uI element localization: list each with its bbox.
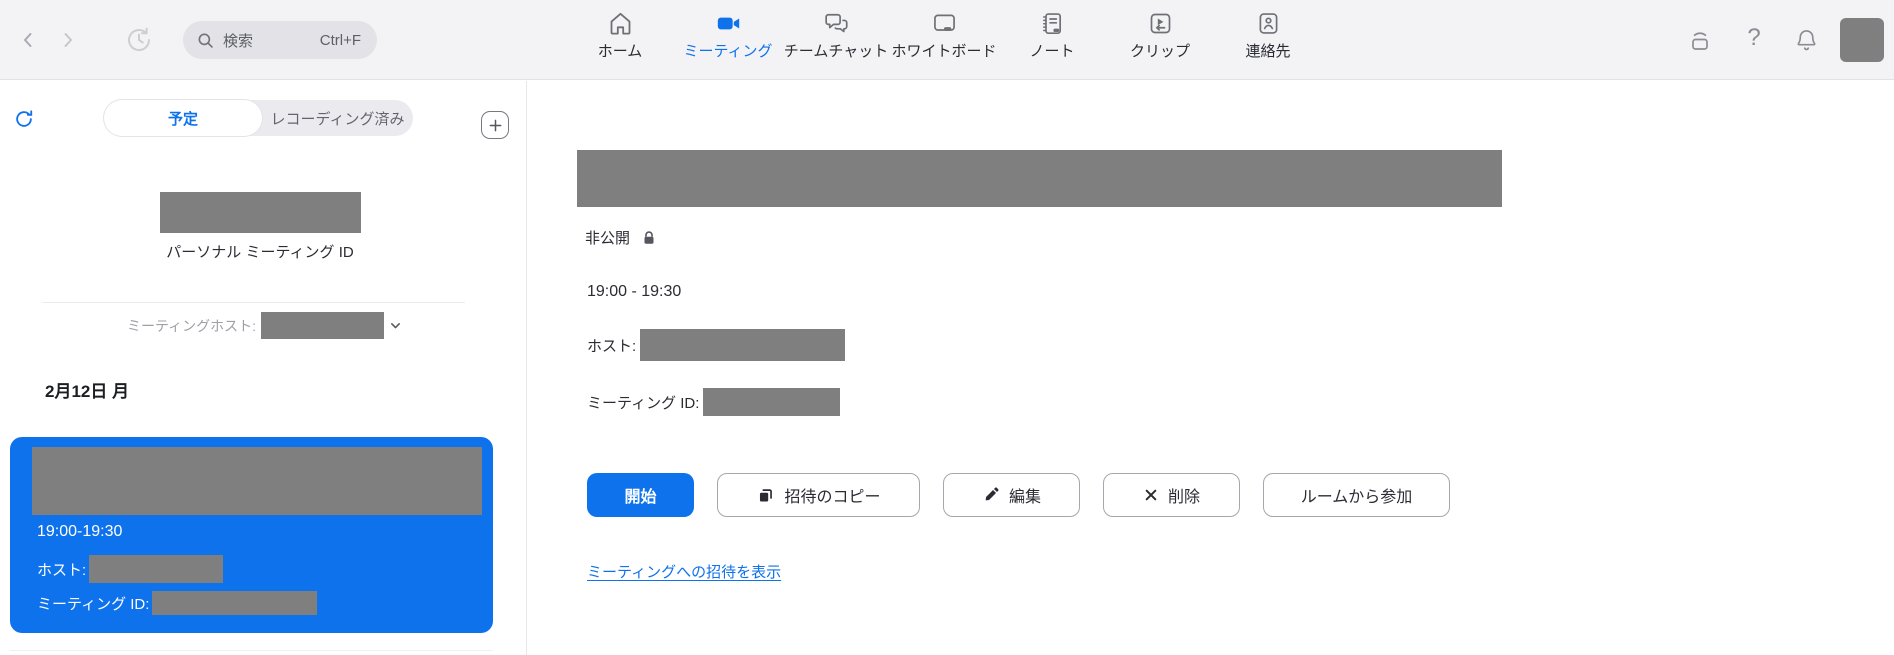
tab-team-chat-label: チームチャット bbox=[784, 40, 888, 61]
edit-button-label: 編集 bbox=[1009, 483, 1041, 507]
meeting-actions: 開始 招待のコピー 編集 削除 ルームから参加 bbox=[587, 473, 1450, 517]
join-from-room-label: ルームから参加 bbox=[1301, 483, 1413, 507]
tab-upcoming-label: 予定 bbox=[168, 108, 198, 129]
date-header: 2月12日 月 bbox=[45, 377, 129, 402]
copy-invitation-button[interactable]: 招待のコピー bbox=[717, 473, 920, 517]
host-row: ホスト: bbox=[587, 329, 845, 361]
search-icon bbox=[196, 31, 215, 50]
delete-button[interactable]: 削除 bbox=[1103, 473, 1240, 517]
tab-meetings[interactable]: ミーティング bbox=[674, 9, 782, 61]
tab-whiteboard[interactable]: ホワイトボード bbox=[890, 9, 998, 61]
redacted-meeting-id bbox=[152, 591, 317, 615]
home-icon bbox=[606, 9, 634, 37]
tab-notes-label: ノート bbox=[1029, 40, 1074, 61]
start-button[interactable]: 開始 bbox=[587, 473, 694, 517]
meeting-host-filter[interactable]: ミーティングホスト: bbox=[127, 312, 402, 339]
tab-team-chat[interactable]: チームチャット bbox=[782, 9, 890, 61]
tab-clips-label: クリップ bbox=[1130, 40, 1190, 61]
lock-icon bbox=[640, 229, 658, 247]
zoom-app-window: 検索 Ctrl+F ホーム ミーティング チームチャット bbox=[0, 0, 1894, 655]
redacted-host-name bbox=[261, 312, 384, 339]
meeting-id-label: ミーティング ID: bbox=[587, 392, 699, 413]
redacted-host-name bbox=[89, 555, 223, 583]
host-label: ホスト: bbox=[587, 335, 636, 356]
redacted-host-name bbox=[640, 329, 845, 361]
forward-icon[interactable] bbox=[56, 28, 80, 52]
add-meeting-button[interactable] bbox=[481, 111, 509, 139]
start-button-label: 開始 bbox=[624, 483, 656, 507]
redacted-personal-meeting-id bbox=[160, 192, 361, 233]
meeting-detail-panel: 非公開 19:00 - 19:30 ホスト: ミーティング ID: 開始 招待の… bbox=[528, 81, 1894, 655]
divider bbox=[10, 650, 493, 651]
redacted-meeting-title bbox=[577, 150, 1502, 207]
contacts-icon bbox=[1254, 9, 1282, 37]
tab-upcoming[interactable]: 予定 bbox=[104, 100, 262, 136]
meeting-time: 19:00 - 19:30 bbox=[587, 283, 681, 301]
chat-bubbles-icon bbox=[822, 9, 850, 37]
edit-button[interactable]: 編集 bbox=[943, 473, 1080, 517]
tab-meetings-label: ミーティング bbox=[683, 40, 772, 61]
privacy-label: 非公開 bbox=[585, 227, 630, 248]
notifications-bell-icon[interactable] bbox=[1792, 26, 1820, 54]
note-icon bbox=[1038, 9, 1066, 37]
copy-invitation-label: 招待のコピー bbox=[784, 483, 880, 507]
tab-contacts[interactable]: 連絡先 bbox=[1214, 9, 1322, 61]
meeting-id-label: ミーティング ID: bbox=[37, 593, 149, 614]
meetings-sidebar: 予定 レコーディング済み パーソナル ミーティング ID ミーティングホスト: … bbox=[0, 81, 527, 655]
back-icon[interactable] bbox=[16, 28, 40, 52]
tab-recorded[interactable]: レコーディング済み bbox=[262, 100, 413, 136]
pencil-icon bbox=[982, 486, 1000, 504]
history-icon[interactable] bbox=[124, 25, 154, 55]
help-icon[interactable]: ? bbox=[1740, 24, 1768, 52]
close-x-icon bbox=[1143, 487, 1159, 503]
tab-home-label: ホーム bbox=[598, 40, 643, 61]
tab-home[interactable]: ホーム bbox=[566, 9, 674, 61]
refresh-icon[interactable] bbox=[13, 108, 37, 132]
divider bbox=[42, 302, 465, 303]
chevron-down-icon bbox=[389, 319, 402, 332]
tab-recorded-label: レコーディング済み bbox=[271, 108, 405, 129]
upcoming-recorded-segmented-control: 予定 レコーディング済み bbox=[104, 100, 413, 136]
search-shortcut-hint: Ctrl+F bbox=[320, 32, 361, 49]
redacted-meeting-title bbox=[32, 447, 482, 515]
meeting-host-filter-label: ミーティングホスト: bbox=[127, 316, 256, 336]
user-avatar[interactable] bbox=[1840, 18, 1884, 62]
delete-button-label: 削除 bbox=[1168, 483, 1200, 507]
main-nav-tabs: ホーム ミーティング チームチャット ホワイトボード bbox=[566, 9, 1322, 61]
privacy-row: 非公開 bbox=[585, 227, 658, 248]
tab-notes[interactable]: ノート bbox=[998, 9, 1106, 61]
meeting-time: 19:00-19:30 bbox=[37, 523, 122, 541]
screen-cast-icon[interactable] bbox=[1686, 26, 1714, 54]
show-meeting-invitation-link[interactable]: ミーティングへの招待を表示 bbox=[587, 561, 781, 582]
meeting-list-item-selected[interactable]: 19:00-19:30 ホスト: ミーティング ID: bbox=[10, 437, 493, 633]
video-camera-icon bbox=[714, 9, 742, 37]
whiteboard-icon bbox=[930, 9, 958, 37]
tab-clips[interactable]: クリップ bbox=[1106, 9, 1214, 61]
join-from-room-button[interactable]: ルームから参加 bbox=[1263, 473, 1450, 517]
tab-whiteboard-label: ホワイトボード bbox=[891, 40, 996, 61]
clip-icon bbox=[1146, 9, 1174, 37]
redacted-meeting-id bbox=[703, 388, 840, 416]
copy-icon bbox=[756, 486, 775, 505]
personal-meeting-id-label: パーソナル ミーティング ID bbox=[110, 241, 410, 262]
search-placeholder: 検索 bbox=[223, 30, 253, 51]
search-input[interactable]: 検索 Ctrl+F bbox=[183, 21, 377, 59]
tab-contacts-label: 連絡先 bbox=[1245, 40, 1290, 61]
top-bar: 検索 Ctrl+F ホーム ミーティング チームチャット bbox=[0, 0, 1894, 80]
meeting-id-row: ミーティング ID: bbox=[587, 388, 840, 416]
host-label: ホスト: bbox=[37, 559, 86, 580]
